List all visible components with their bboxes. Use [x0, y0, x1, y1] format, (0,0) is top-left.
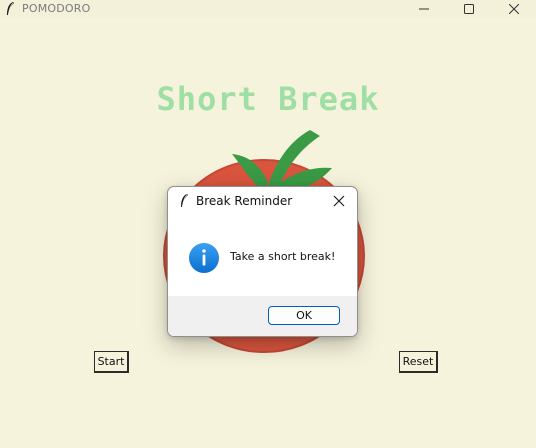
- feather-icon: [181, 194, 188, 207]
- info-icon: [189, 243, 219, 273]
- window-title: POMODORO: [22, 2, 91, 15]
- maximize-button[interactable]: [446, 0, 492, 18]
- start-button[interactable]: Start: [94, 351, 129, 373]
- close-button[interactable]: [491, 0, 536, 18]
- close-icon: [509, 4, 519, 14]
- feather-icon: [7, 2, 14, 15]
- timer-mode-heading: Short Break: [156, 80, 380, 118]
- dialog-message: Take a short break!: [230, 250, 336, 263]
- close-icon[interactable]: [331, 193, 347, 209]
- minimize-icon: [419, 8, 429, 10]
- reset-button[interactable]: Reset: [399, 351, 438, 373]
- maximize-icon: [464, 4, 474, 14]
- minimize-button[interactable]: [401, 0, 447, 18]
- break-reminder-dialog: Break Reminder Take a short break! OK: [167, 186, 358, 337]
- ok-button[interactable]: OK: [268, 306, 340, 325]
- dialog-title: Break Reminder: [196, 194, 293, 208]
- dialog-footer: OK: [168, 296, 357, 336]
- window-titlebar: POMODORO: [0, 0, 536, 18]
